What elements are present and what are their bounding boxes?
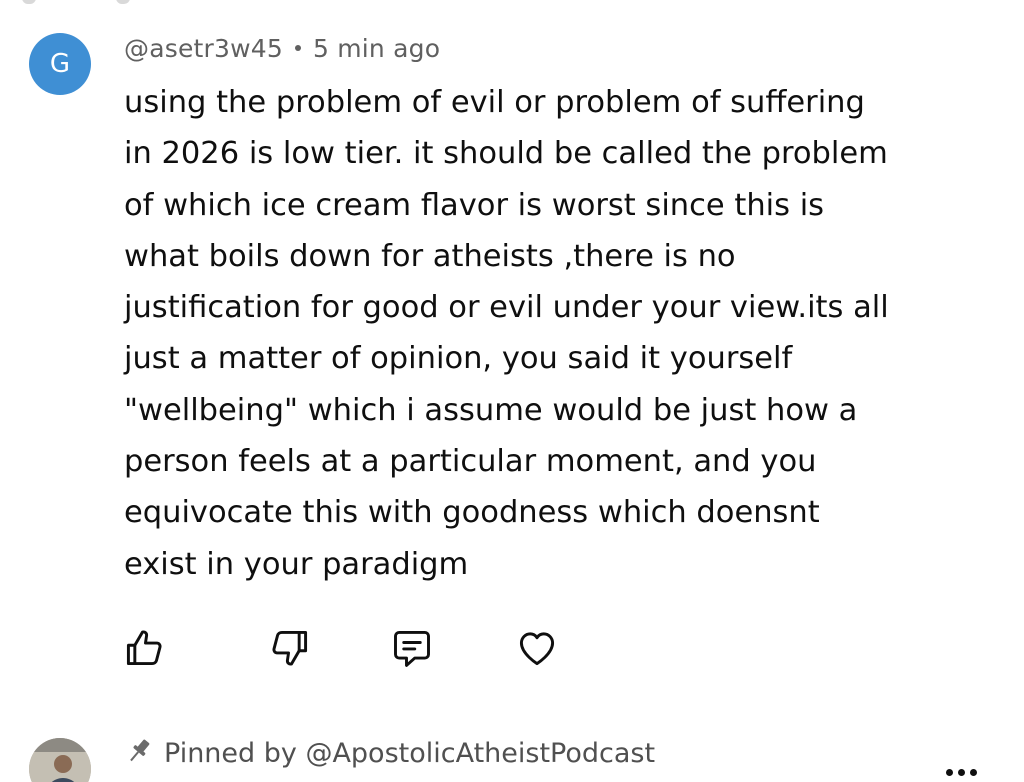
separator-dot: [294, 45, 301, 51]
reply-button[interactable]: [386, 622, 438, 674]
commenter-avatar[interactable]: G: [29, 33, 91, 95]
more-options-dot: [969, 769, 977, 776]
comment-meta: @asetr3w45 5 min ago: [124, 34, 440, 63]
comment-text: using the problem of evil or problem of …: [124, 85, 889, 582]
person-photo-icon: [29, 738, 91, 782]
more-options-button[interactable]: [936, 746, 986, 776]
dislike-button[interactable]: [264, 622, 316, 674]
thumbs-down-icon: [272, 630, 308, 666]
comment: G @asetr3w45 5 min ago using the problem …: [0, 0, 1024, 720]
pinned-comment-row: Pinned by @ApostolicAtheistPodcast: [0, 720, 1024, 782]
heart-icon: [519, 632, 555, 666]
pin-icon: [130, 739, 150, 762]
more-options-icon: [945, 769, 953, 776]
heart-button[interactable]: [511, 622, 563, 674]
like-button[interactable]: [118, 622, 170, 674]
comment-username[interactable]: @asetr3w45: [124, 34, 283, 63]
reply-icon: [394, 630, 430, 667]
avatar-letter: G: [49, 49, 71, 79]
pinned-author-avatar[interactable]: [29, 738, 91, 782]
pinned-by-label: Pinned by @ApostolicAtheistPodcast: [164, 738, 656, 769]
thumbs-up-icon: [126, 630, 162, 666]
more-options-dot: [957, 769, 965, 776]
comment-timestamp: 5 min ago: [312, 34, 441, 63]
